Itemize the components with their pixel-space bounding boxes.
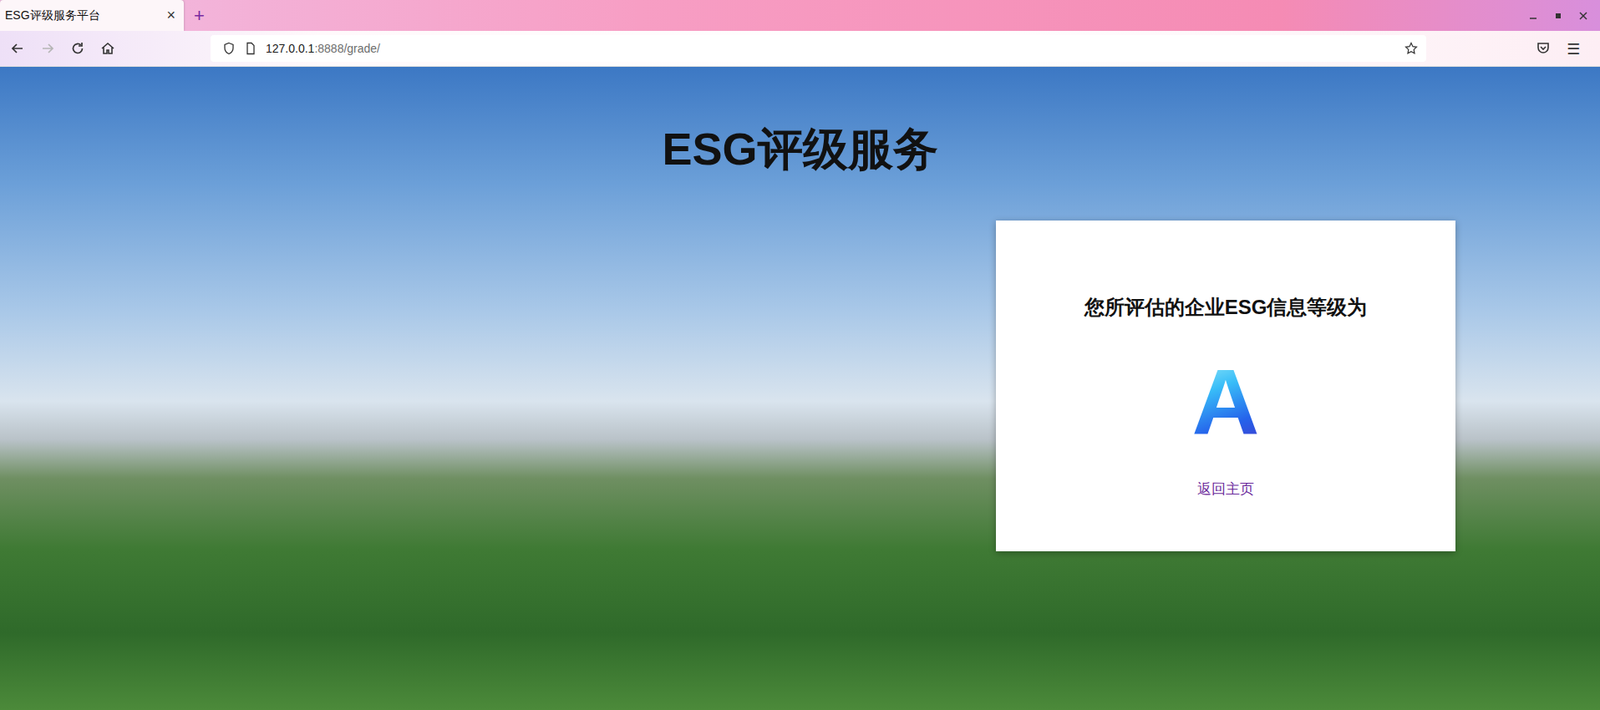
minimize-icon[interactable] [1526, 9, 1540, 23]
back-arrow-icon[interactable] [9, 40, 26, 57]
url-text: 127.0.0.1:8888/grade/ [265, 41, 381, 56]
tab-label: ESG评级服务平台 [5, 8, 162, 24]
page-icon [243, 41, 258, 56]
pocket-icon[interactable] [1534, 40, 1552, 57]
navigation-bar: 127.0.0.1:8888/grade/ ☰ [0, 30, 1600, 67]
app-menu-button[interactable]: ☰ [1566, 40, 1580, 58]
page-content: ESG评级服务您所评估的企业ESG信息等级为 A 返回主页 [0, 66, 1600, 710]
close-window-icon[interactable] [1576, 9, 1590, 23]
page-title: ESG评级服务 [0, 66, 1600, 177]
forward-arrow-icon[interactable] [39, 40, 56, 57]
address-bar[interactable]: 127.0.0.1:8888/grade/ [210, 35, 1427, 62]
back-home-link[interactable]: 返回主页 [1197, 479, 1255, 499]
reload-icon[interactable] [69, 40, 87, 57]
bookmark-star-icon[interactable] [1404, 41, 1418, 56]
result-heading: 您所评估的企业ESG信息等级为 [1084, 294, 1368, 321]
tab-bar: ESG评级服务平台×+ [0, 0, 1600, 31]
browser-window: ESG评级服务平台×+127.0.0.1:8888/grade/☰ESG评级服务… [0, 0, 1600, 710]
maximize-icon[interactable] [1551, 9, 1565, 23]
grade-badge: A [1192, 355, 1260, 450]
window-controls [1526, 0, 1600, 31]
browser-tab[interactable]: ESG评级服务平台× [0, 0, 184, 31]
result-card: 您所评估的企业ESG信息等级为 A 返回主页 [995, 220, 1456, 552]
new-tab-button[interactable]: + [183, 0, 215, 31]
home-icon[interactable] [99, 40, 117, 57]
tab-close-button[interactable]: × [166, 6, 176, 25]
shield-icon[interactable] [222, 41, 236, 56]
